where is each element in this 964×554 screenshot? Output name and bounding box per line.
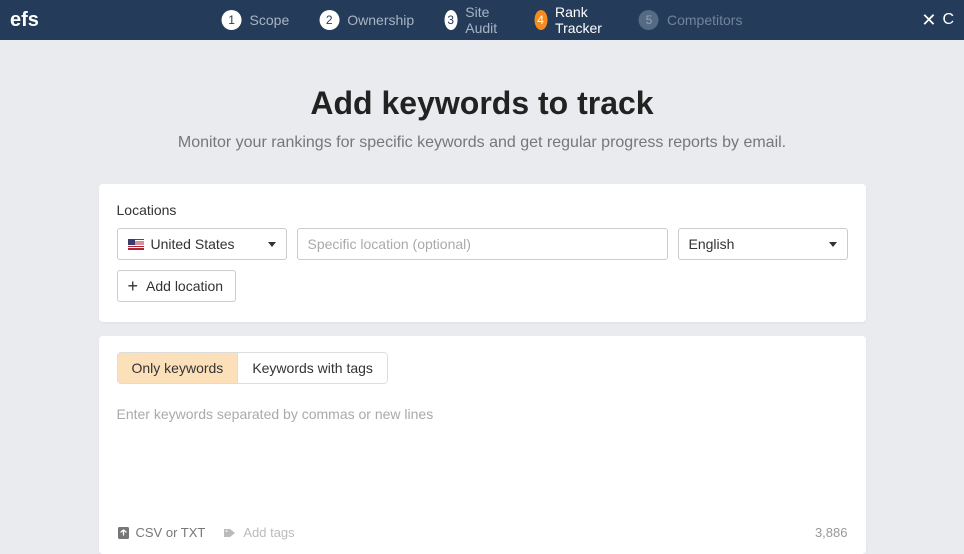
keywords-textarea[interactable]	[117, 406, 848, 516]
upload-csv-button[interactable]: CSV or TXT	[117, 525, 206, 540]
step-site-audit[interactable]: 3 Site Audit	[444, 4, 504, 36]
wizard-steps: 1 Scope 2 Ownership 3 Site Audit 4 Rank …	[222, 4, 743, 36]
flag-icon	[128, 239, 144, 250]
country-value: United States	[151, 236, 235, 252]
step-number: 3	[444, 10, 457, 30]
tab-keywords-with-tags[interactable]: Keywords with tags	[237, 353, 387, 383]
country-select[interactable]: United States	[117, 228, 287, 260]
locations-label: Locations	[117, 202, 848, 218]
step-scope[interactable]: 1 Scope	[222, 4, 290, 36]
footer-actions: CSV or TXT Add tags	[117, 525, 295, 540]
add-tags-button[interactable]: Add tags	[223, 525, 294, 540]
step-label: Site Audit	[465, 4, 504, 36]
location-row: United States English	[117, 228, 848, 260]
language-value: English	[689, 236, 735, 252]
step-label: Scope	[250, 12, 290, 28]
page-subtitle: Monitor your rankings for specific keywo…	[178, 134, 786, 152]
tag-icon	[223, 527, 237, 539]
chevron-down-icon	[829, 242, 837, 247]
upload-icon	[117, 526, 130, 540]
add-location-button[interactable]: + Add location	[117, 270, 237, 302]
step-label: Rank Tracker	[555, 4, 609, 36]
step-number: 5	[639, 10, 659, 30]
keyword-count: 3,886	[815, 525, 848, 540]
add-location-label: Add location	[146, 278, 223, 294]
step-number: 1	[222, 10, 242, 30]
add-tags-label: Add tags	[243, 525, 294, 540]
keywords-card: Only keywords Keywords with tags CSV or …	[99, 336, 866, 554]
step-label: Competitors	[667, 12, 742, 28]
keywords-tabs: Only keywords Keywords with tags	[117, 352, 388, 384]
header-bar: efs 1 Scope 2 Ownership 3 Site Audit 4 R…	[0, 0, 964, 40]
step-number: 4	[534, 10, 547, 30]
csv-label: CSV or TXT	[136, 525, 206, 540]
chevron-down-icon	[268, 242, 276, 247]
step-number: 2	[319, 10, 339, 30]
step-ownership[interactable]: 2 Ownership	[319, 4, 414, 36]
logo: efs	[10, 9, 39, 32]
close-button[interactable]: ✕ C	[921, 10, 954, 31]
step-rank-tracker[interactable]: 4 Rank Tracker	[534, 4, 609, 36]
main-content: Add keywords to track Monitor your ranki…	[0, 40, 964, 554]
page-title: Add keywords to track	[310, 85, 653, 122]
tab-only-keywords[interactable]: Only keywords	[118, 353, 238, 383]
step-label: Ownership	[347, 12, 414, 28]
language-select[interactable]: English	[678, 228, 848, 260]
keywords-footer: CSV or TXT Add tags 3,886	[117, 525, 848, 540]
step-competitors: 5 Competitors	[639, 4, 742, 36]
plus-icon: +	[128, 277, 139, 295]
locations-card: Locations United States English + Add lo…	[99, 184, 866, 322]
close-icon: ✕	[921, 10, 936, 31]
close-label: C	[942, 11, 954, 29]
specific-location-input[interactable]	[297, 228, 668, 260]
